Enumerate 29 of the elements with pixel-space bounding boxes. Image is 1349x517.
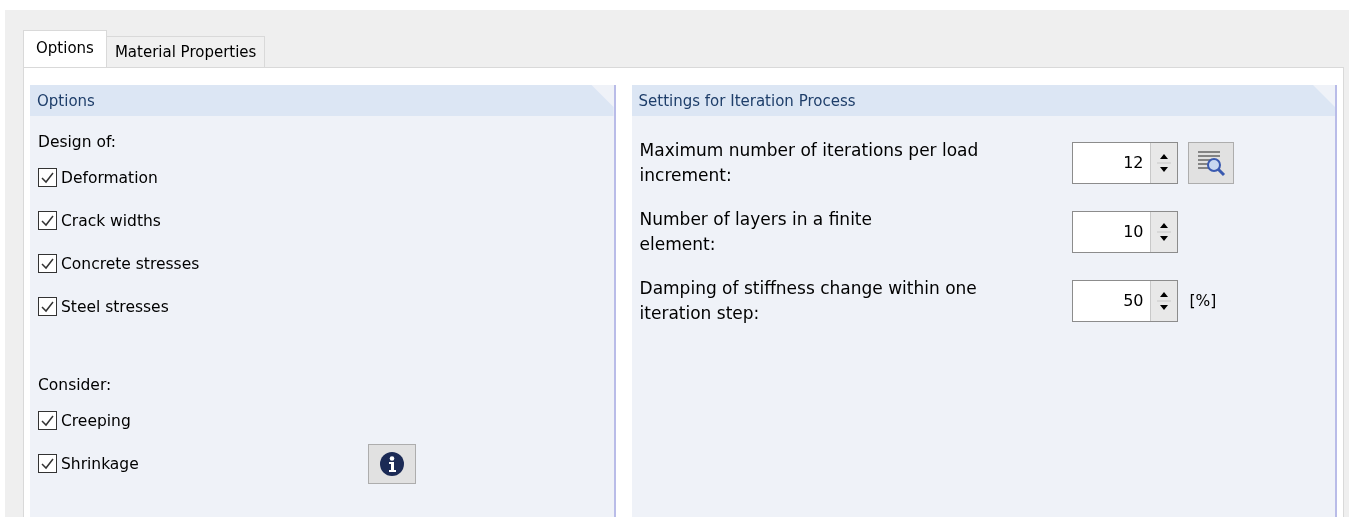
unit-label: [%]: [1189, 291, 1217, 310]
field-label: Number of layers in a finite element:: [639, 207, 873, 256]
checkbox[interactable]: [38, 411, 57, 430]
checkbox[interactable]: [38, 254, 57, 273]
checkbox-label: Shrinkage: [61, 454, 139, 473]
panel-header: Options: [30, 85, 614, 116]
details-button[interactable]: [1187, 141, 1234, 184]
checkbox[interactable]: [38, 454, 57, 473]
spin-field[interactable]: 50: [1071, 279, 1178, 322]
info-button[interactable]: [367, 443, 416, 484]
checkbox-label: Concrete stresses: [61, 254, 200, 273]
tab[interactable]: Material Properties: [105, 36, 266, 67]
checkbox-label: Creeping: [61, 411, 131, 430]
checkbox-label: Deformation: [61, 168, 158, 187]
list-search-icon: [1195, 148, 1226, 177]
checkbox[interactable]: [38, 168, 57, 187]
tab[interactable]: Options: [23, 30, 107, 67]
spin-field[interactable]: 12: [1071, 141, 1178, 184]
field-label: Maximum number of iterations per load increment:: [639, 138, 980, 187]
group-heading: Consider:: [38, 376, 112, 394]
field-label: Damping of stiffness change within one iteration step:: [639, 276, 978, 325]
checkbox-label: Crack widths: [61, 211, 161, 230]
checkbox-label: Steel stresses: [61, 297, 169, 316]
panel-header: Settings for Iteration Process: [631, 85, 1335, 116]
spin-field[interactable]: 10: [1071, 210, 1178, 253]
checkbox[interactable]: [38, 211, 57, 230]
checkbox[interactable]: [38, 297, 57, 316]
group-heading: Design of:: [38, 133, 117, 151]
info-icon: [378, 450, 405, 477]
